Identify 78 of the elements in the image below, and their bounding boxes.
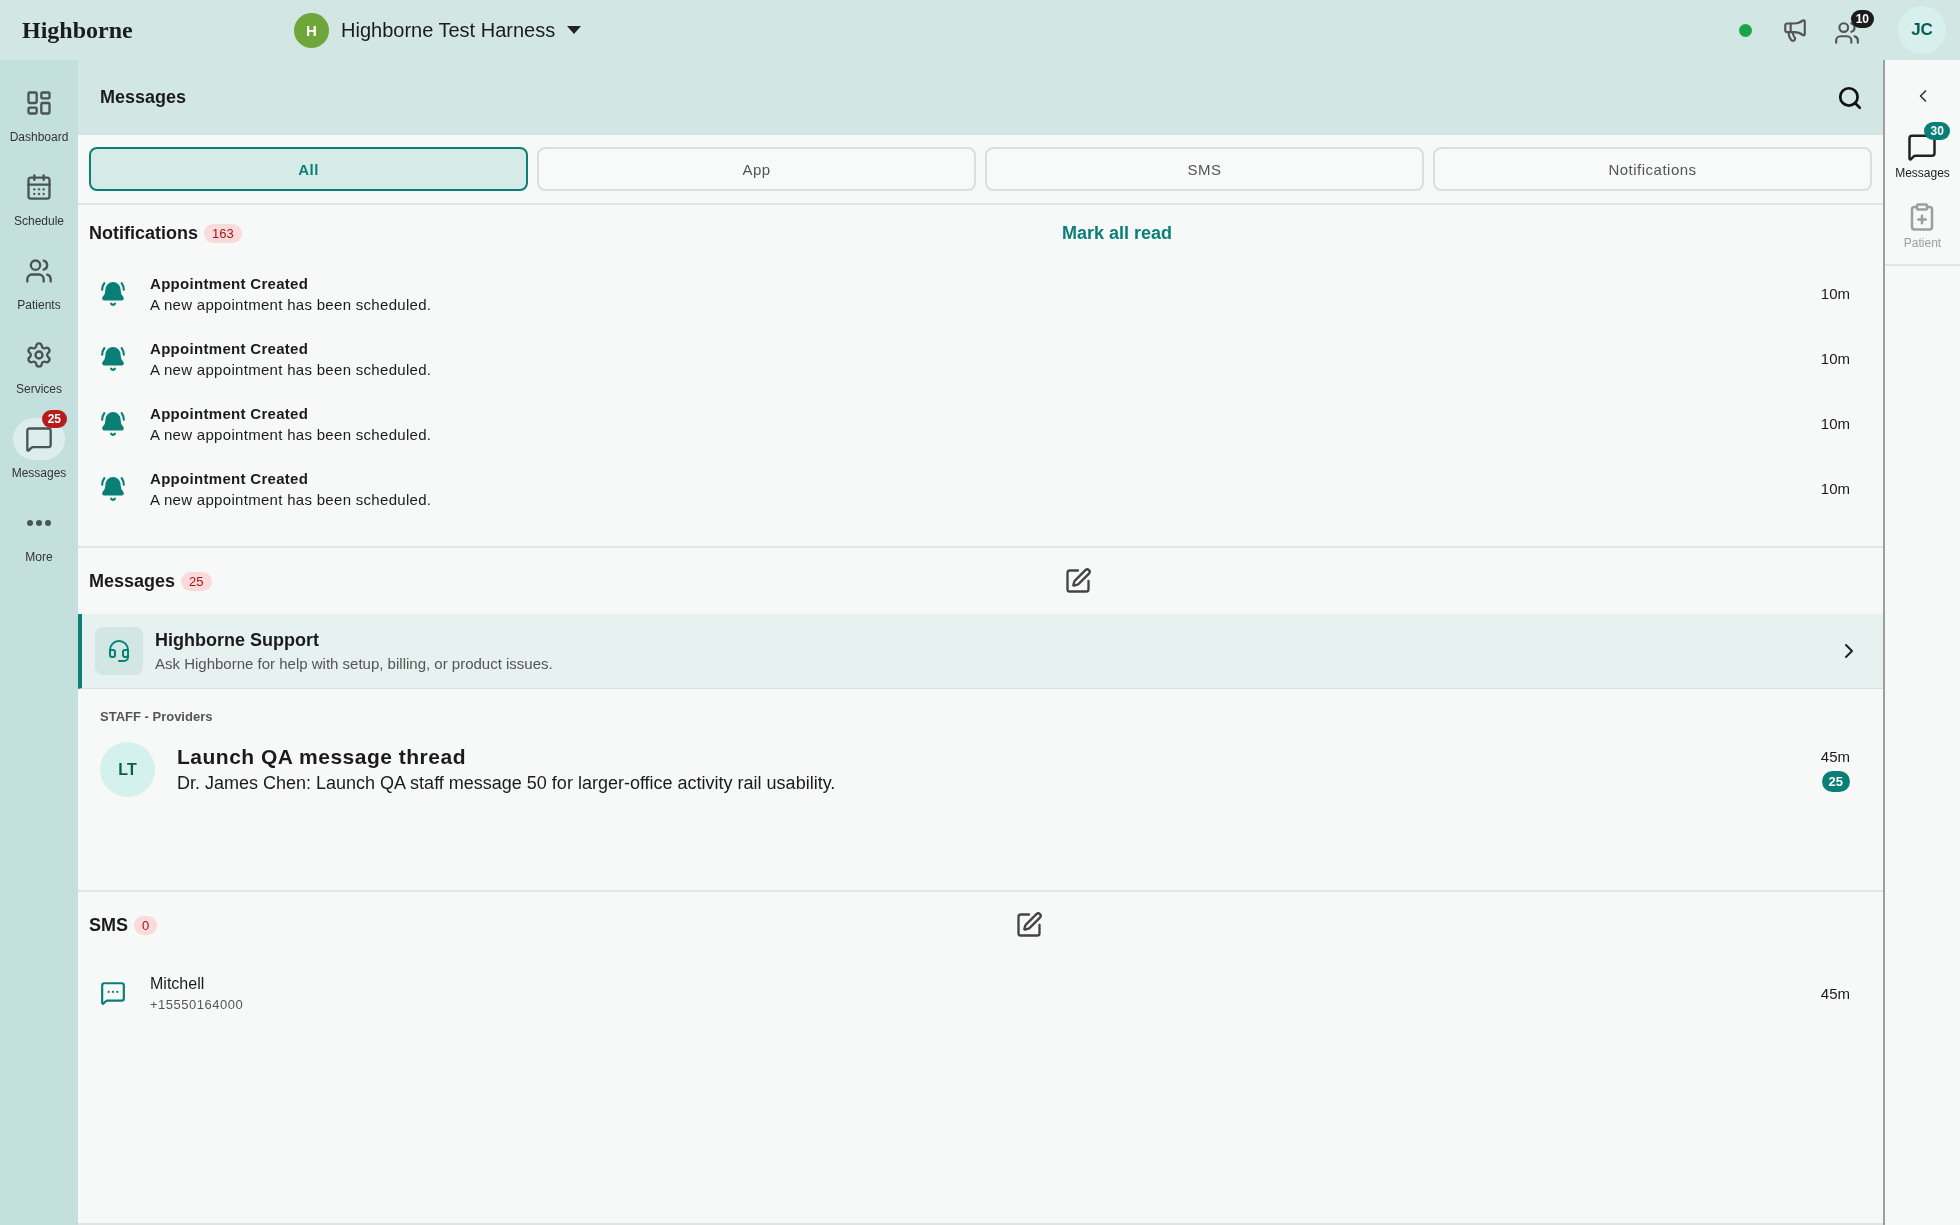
compose-icon <box>1015 911 1043 939</box>
timestamp: 45m <box>1820 984 1850 1002</box>
staff-button[interactable]: 10 <box>1830 10 1874 50</box>
timestamp: 10m <box>1820 350 1850 367</box>
timestamp: 10m <box>1820 415 1850 432</box>
section-title: Messages <box>89 570 176 592</box>
sidebar-item[interactable]: Patients <box>0 242 78 312</box>
sidebar-label: Dashboard <box>9 130 69 144</box>
count-badge: 25 <box>181 571 212 591</box>
count-badge: 163 <box>204 223 242 243</box>
thread-avatar: LT <box>100 742 155 797</box>
user-avatar[interactable]: JC <box>1898 6 1946 54</box>
sidebar-item[interactable]: Dashboard <box>0 74 78 144</box>
notification-title: Appointment Created <box>150 469 310 487</box>
support-row[interactable]: Highborne Support Ask Highborne for help with setup, billing, or product issues. <box>78 614 1883 689</box>
support-text: Ask Highborne for help with setup, billing, or product issues. <box>155 655 554 672</box>
rail-item[interactable]: 30 Messages <box>1895 122 1950 180</box>
rail-label: Messages <box>1895 166 1950 180</box>
sidebar-label: Patients <box>17 298 61 312</box>
unread-badge: 25 <box>1821 770 1850 792</box>
section-title: SMS <box>89 914 128 936</box>
headset-icon <box>95 627 143 675</box>
sidebar-label: Schedule <box>13 214 64 228</box>
sidebar-item[interactable]: 25 Messages <box>0 410 78 480</box>
notification-title: Appointment Created <box>150 404 310 422</box>
compose-icon <box>1064 567 1092 595</box>
filter-tab[interactable]: All <box>89 147 528 191</box>
thread-title: Launch QA message thread <box>177 745 467 769</box>
search-icon <box>1837 84 1863 111</box>
more-icon <box>27 520 51 526</box>
section-title: Notifications <box>89 222 198 244</box>
sidebar-label: Services <box>16 382 62 396</box>
chat-icon <box>25 425 53 453</box>
count-badge: 0 <box>134 915 158 935</box>
sidebar-item[interactable]: Schedule <box>0 158 78 228</box>
mark-all-read-link[interactable]: Mark all read <box>1056 221 1179 245</box>
dashboard-icon <box>25 89 53 117</box>
count-badge: 25 <box>41 410 67 428</box>
sidebar-label: More <box>25 550 53 564</box>
org-name: Highborne Test Harness <box>341 18 556 42</box>
phone-number: +15550164000 <box>150 996 245 1012</box>
caret-icon <box>567 26 582 34</box>
timestamp: 10m <box>1820 480 1850 497</box>
support-title: Highborne Support <box>155 630 320 651</box>
count-badge: 30 <box>1924 122 1950 140</box>
organization-selector[interactable]: H Highborne Test Harness <box>294 12 582 48</box>
timestamp: 45m <box>1820 747 1850 765</box>
megaphone-icon <box>1782 17 1808 43</box>
bell-icon <box>100 280 126 307</box>
page-title: Messages <box>100 87 188 108</box>
thread-preview: Dr. James Chen: Launch QA staff message 50 for larger-office activity rail usability. <box>177 773 837 794</box>
notification-text: A new appointment has been scheduled. <box>150 425 433 443</box>
group-label: STAFF - Providers <box>99 708 214 726</box>
bell-icon <box>100 410 126 437</box>
notification-text: A new appointment has been scheduled. <box>150 295 433 313</box>
filter-tab[interactable]: App <box>537 147 976 191</box>
sidebar-label: Messages <box>11 466 67 480</box>
rail-label: Patient <box>1903 236 1942 250</box>
count-badge: 10 <box>1850 10 1874 28</box>
sidebar-item[interactable]: More <box>0 494 78 564</box>
notification-text: A new appointment has been scheduled. <box>150 360 433 378</box>
notification-title: Appointment Created <box>150 274 310 292</box>
sms-icon <box>100 980 126 1006</box>
notification-title: Appointment Created <box>150 339 310 357</box>
app-logo: Highborne <box>22 16 134 44</box>
org-avatar: H <box>294 12 329 48</box>
gear-icon <box>25 341 53 369</box>
filter-tab[interactable]: Notifications <box>1433 147 1872 191</box>
bell-icon <box>100 345 126 372</box>
filter-tab[interactable]: SMS <box>985 147 1424 191</box>
people-icon <box>25 257 53 285</box>
message-thread[interactable]: LT Launch QA message thread Dr. James Chen: Launch QA staff message 50 for larger-office activity rail usability. 45m 25 <box>78 736 1883 803</box>
calendar-icon <box>25 173 53 201</box>
timestamp: 10m <box>1820 285 1850 302</box>
sidebar-item[interactable]: Services <box>0 326 78 396</box>
notification-text: A new appointment has been scheduled. <box>150 490 433 508</box>
bell-icon <box>100 475 126 502</box>
contact-name: Mitchell <box>150 974 206 993</box>
